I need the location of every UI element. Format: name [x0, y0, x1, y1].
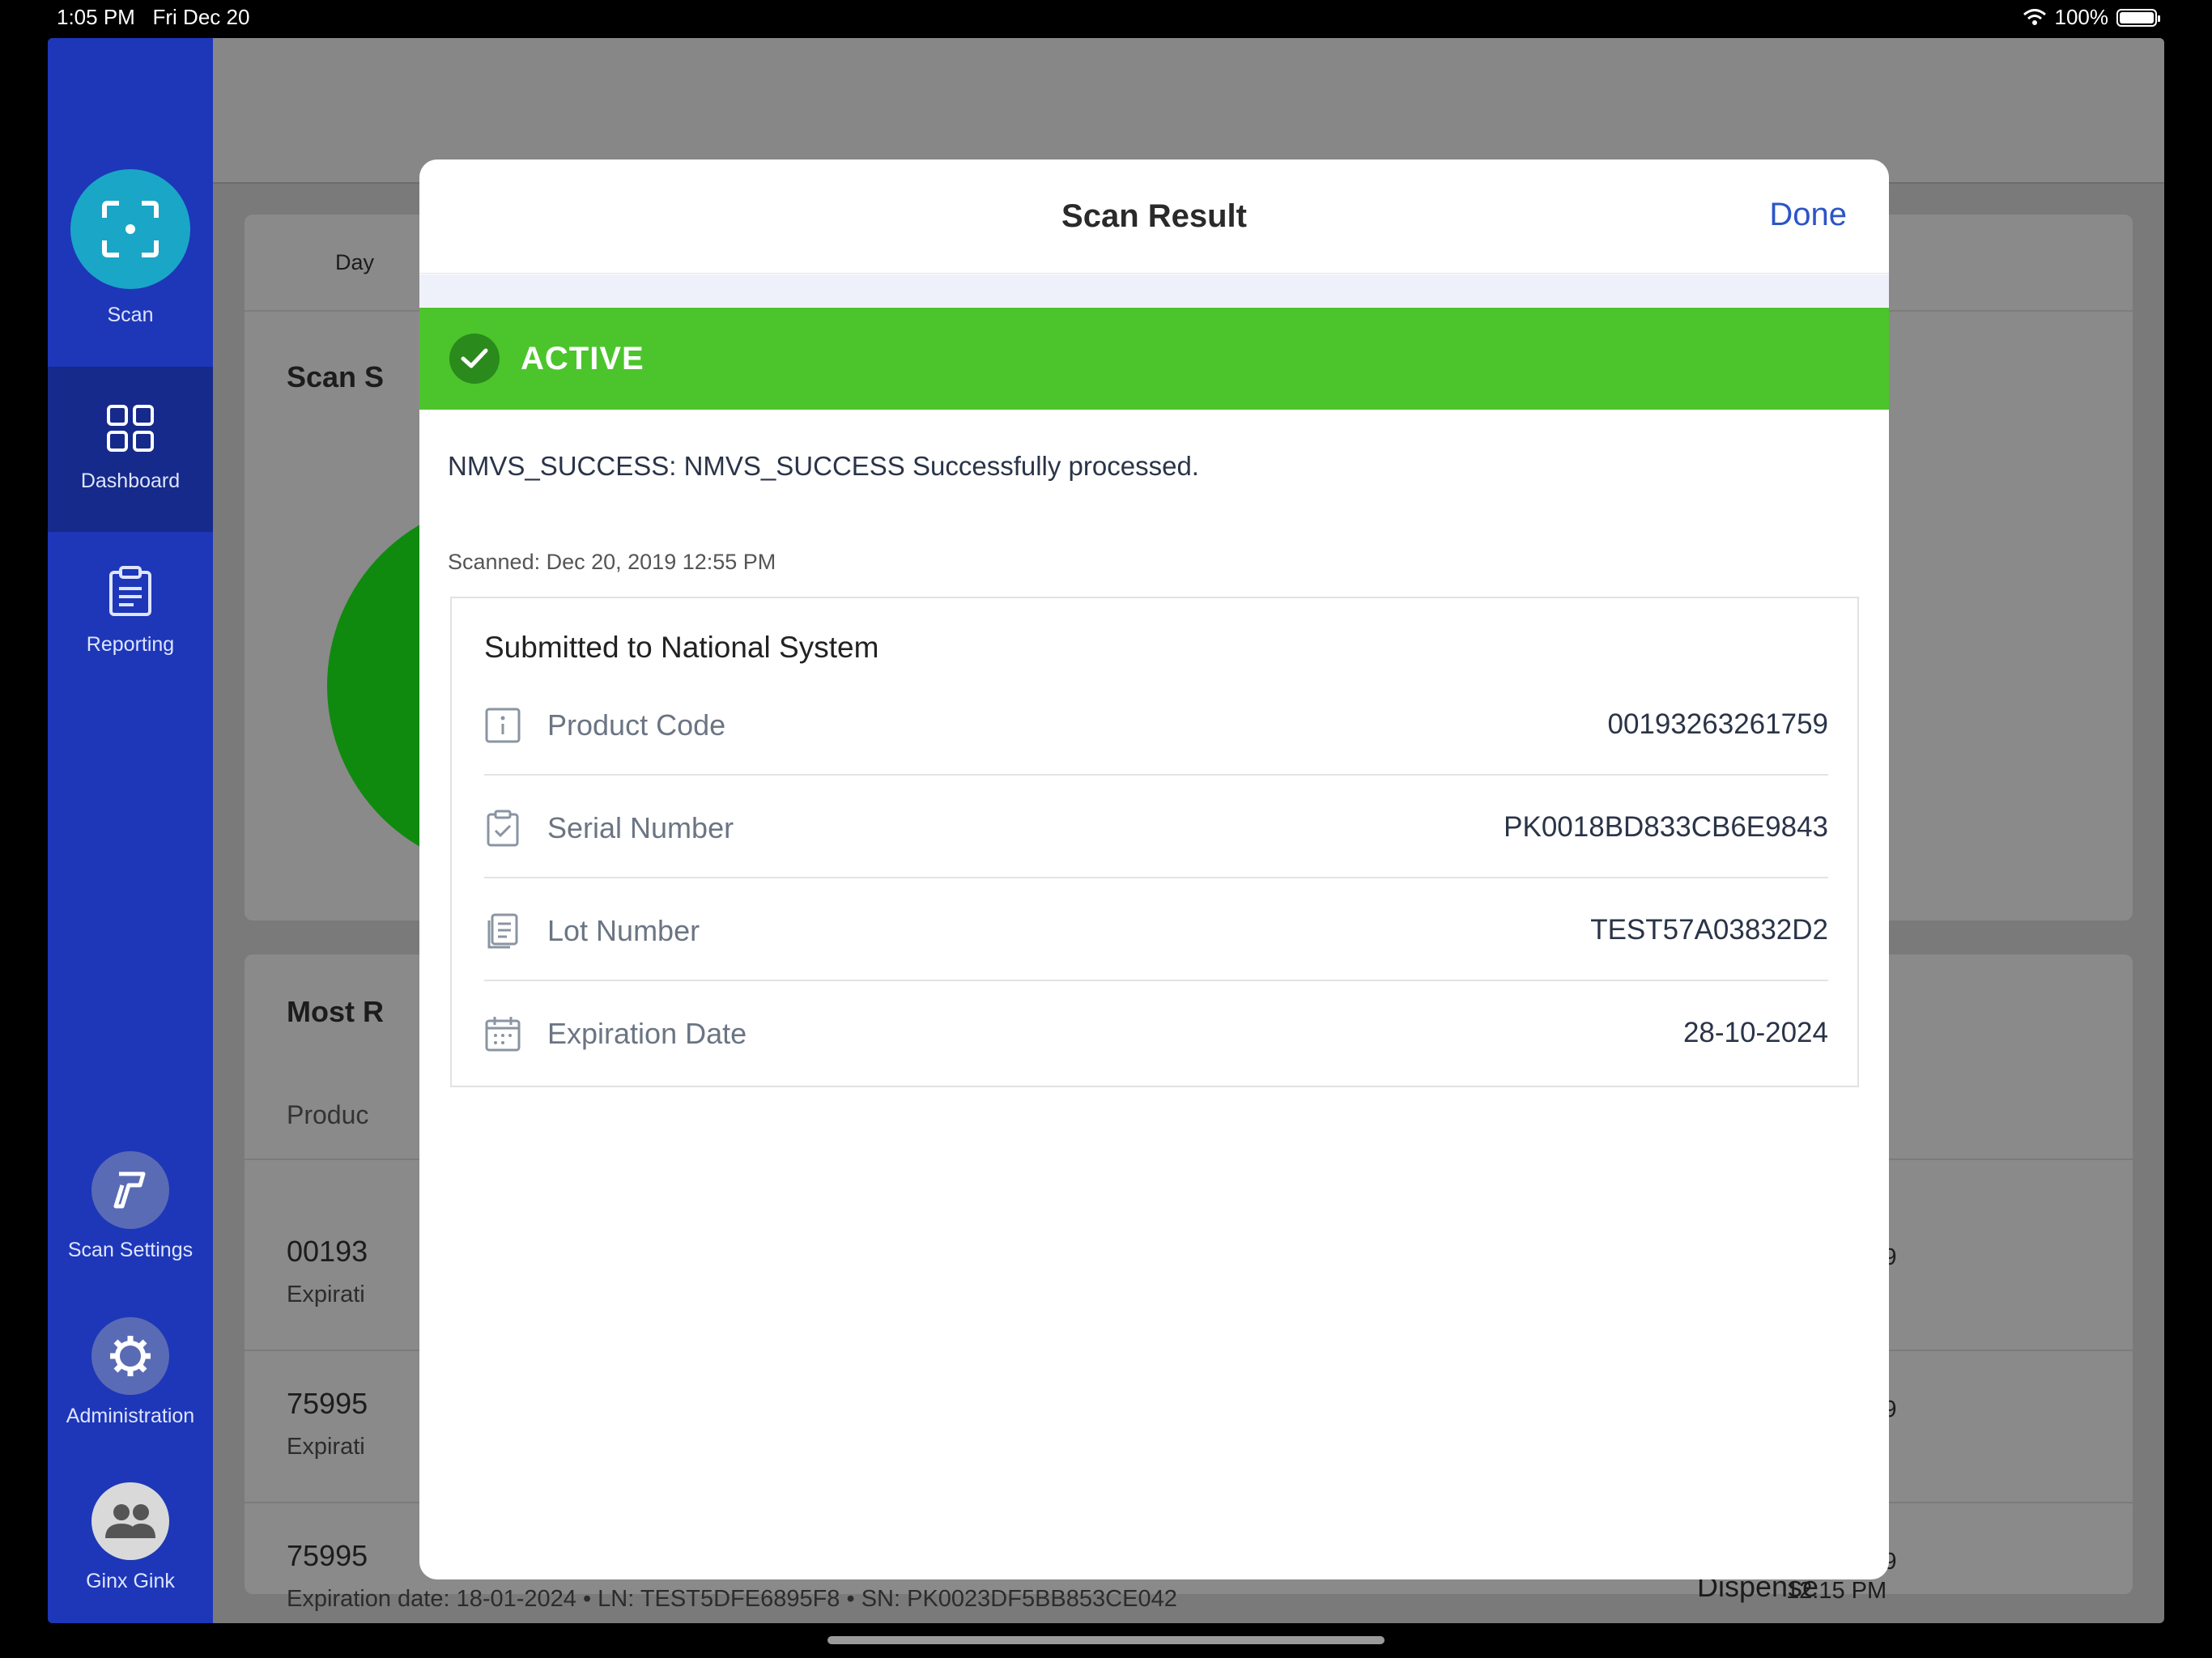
sidebar-item-dashboard[interactable]: Dashboard — [48, 367, 213, 532]
result-message: NMVS_SUCCESS: NMVS_SUCCESS Successfully … — [448, 451, 1199, 481]
field-product-code: Product Code 00193263261759 — [484, 673, 1828, 776]
panel-title: Submitted to National System — [484, 631, 879, 664]
sidebar-item-user[interactable]: Ginx Gink — [48, 1482, 213, 1593]
status-time: 1:05 PM — [57, 5, 135, 29]
scan-button-circle[interactable] — [70, 169, 190, 289]
status-banner: ACTIVE — [419, 308, 1889, 410]
sidebar-item-reporting[interactable]: Reporting — [48, 566, 213, 657]
users-icon — [105, 1504, 155, 1538]
row-time: 12:15 PM — [1786, 1578, 1887, 1604]
clipboard-icon — [109, 566, 151, 616]
sidebar-item-scan[interactable]: Scan — [48, 169, 213, 327]
most-recent-title-partial: Most R — [287, 995, 384, 1028]
status-bar: 1:05 PM Fri Dec 20 100% — [0, 0, 2212, 36]
row-exp-full: Expiration date: 18-01-2024 • LN: TEST5D… — [287, 1586, 1177, 1612]
field-lot-number: Lot Number TEST57A03832D2 — [484, 878, 1828, 981]
sidebar-label-administration: Administration — [66, 1405, 195, 1427]
home-indicator[interactable] — [827, 1636, 1385, 1644]
gear-icon — [110, 1336, 151, 1376]
row-exp-partial: Expirati — [287, 1434, 365, 1460]
row-exp-partial: Expirati — [287, 1282, 365, 1307]
info-icon — [485, 708, 521, 743]
col-product-partial: Produc — [287, 1100, 369, 1129]
row-code-partial: 75995 — [287, 1539, 368, 1572]
grid-icon — [107, 405, 154, 452]
modal-title: Scan Result — [1061, 198, 1247, 234]
sidebar-label-reporting: Reporting — [86, 633, 175, 656]
sidebar-label-scan: Scan — [107, 304, 154, 326]
scan-icon — [102, 201, 159, 257]
status-label: ACTIVE — [521, 341, 644, 376]
field-value: 28-10-2024 — [1682, 1017, 1828, 1048]
field-expiration-date: Expiration Date 28-10-2024 — [484, 981, 1828, 1084]
app-window: Scan Dashboard Reporting Scan Settings A… — [48, 38, 2164, 1623]
field-label: Product Code — [547, 708, 726, 742]
status-date: Fri Dec 20 — [152, 5, 250, 29]
sidebar-item-scan-settings[interactable]: Scan Settings — [48, 1151, 213, 1262]
national-system-panel: Submitted to National System Product Cod… — [450, 597, 1859, 1087]
field-label: Expiration Date — [547, 1017, 747, 1050]
battery-percent: 100% — [2054, 5, 2109, 29]
document-icon — [487, 913, 518, 949]
done-button[interactable]: Done — [1769, 197, 1847, 233]
administration-circle[interactable] — [91, 1317, 169, 1395]
field-label: Serial Number — [547, 811, 734, 844]
field-serial-number: Serial Number PK0018BD833CB6E9843 — [484, 776, 1828, 878]
scan-result-modal: Scan Result Done ACTIVE NMVS_SUCCESS: NM… — [419, 159, 1889, 1579]
field-label: Lot Number — [547, 914, 700, 947]
sidebar-label-dashboard: Dashboard — [80, 470, 181, 492]
wifi-icon — [2023, 8, 2046, 25]
sidebar: Scan Dashboard Reporting Scan Settings A… — [48, 38, 213, 1623]
modal-header: Scan Result Done — [419, 159, 1889, 274]
status-time-date: 1:05 PM Fri Dec 20 — [57, 5, 249, 30]
check-icon — [449, 334, 500, 384]
scan-summary-title-partial: Scan S — [287, 360, 385, 393]
field-value: TEST57A03832D2 — [1590, 914, 1828, 946]
calendar-icon — [485, 1017, 521, 1052]
header-separator — [419, 274, 1889, 307]
sidebar-label-scan-settings: Scan Settings — [67, 1239, 194, 1261]
field-value: PK0018BD833CB6E9843 — [1504, 811, 1828, 843]
tab-day-partial[interactable]: Day — [335, 250, 374, 275]
sidebar-label-user: Ginx Gink — [86, 1570, 175, 1592]
battery-icon — [2116, 8, 2160, 27]
field-value: 00193263261759 — [1607, 708, 1828, 740]
avatar[interactable] — [91, 1482, 169, 1560]
scanned-timestamp: Scanned: Dec 20, 2019 12:55 PM — [448, 550, 776, 574]
row-code-partial: 00193 — [287, 1235, 368, 1268]
clipboard-check-icon — [487, 810, 519, 847]
status-right: 100% — [2023, 5, 2160, 30]
scan-settings-circle[interactable] — [91, 1151, 169, 1229]
scanner-gun-icon — [113, 1171, 146, 1209]
row-code-partial: 75995 — [287, 1387, 368, 1420]
sidebar-item-administration[interactable]: Administration — [48, 1317, 213, 1428]
